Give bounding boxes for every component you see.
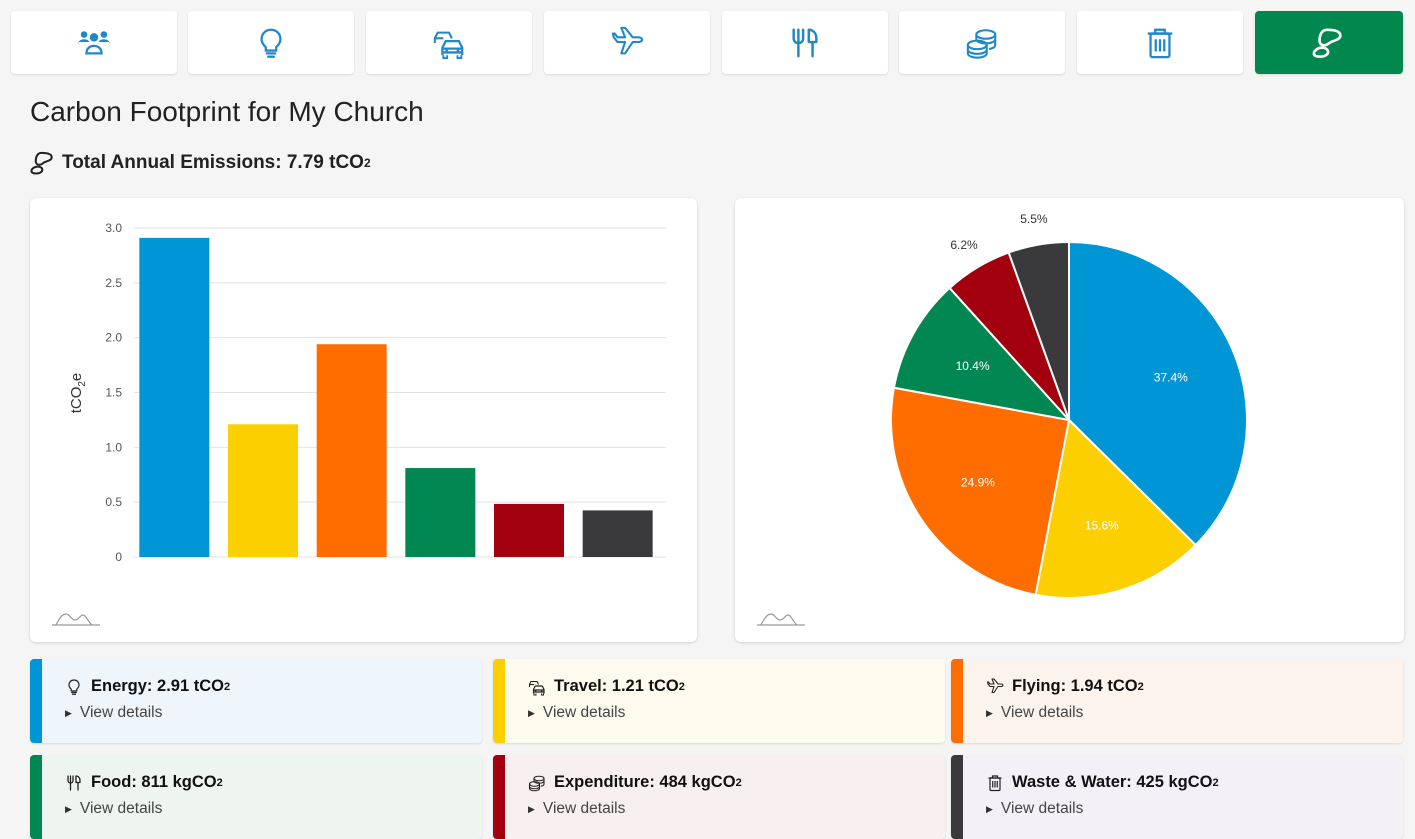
pie-slice-label: 5.5% — [1020, 212, 1048, 226]
view-details-label: View details — [79, 704, 163, 721]
pie-slice-label: 15.6% — [1085, 518, 1119, 532]
category-heading: Flying: 1.94 tCO 2 — [986, 677, 1403, 696]
bar[interactable] — [139, 237, 210, 557]
chart-logo-icon — [755, 606, 807, 628]
people-icon — [77, 26, 111, 60]
pie-slice-label: 6.2% — [950, 238, 978, 252]
lightbulb-icon — [65, 678, 83, 696]
total-emissions-label: Total Annual Emissions: 7.79 tCO — [62, 152, 364, 173]
category-heading: Waste & Water: 425 kgCO 2 — [986, 773, 1403, 792]
lightbulb-icon — [254, 26, 288, 60]
view-details-label: View details — [542, 800, 626, 817]
y-tick-label: 1.5 — [105, 386, 122, 400]
category-card-travel: Travel: 1.21 tCO 2 ▶ View details — [493, 659, 945, 743]
tab-waste[interactable] — [1077, 11, 1243, 74]
category-label: Waste & Water: 425 kgCO — [1012, 773, 1213, 791]
view-details-toggle[interactable]: ▶ View details — [65, 704, 482, 722]
view-details-label: View details — [542, 704, 626, 721]
view-details-toggle[interactable]: ▶ View details — [528, 800, 945, 818]
pie-chart-card: 37.4% 15.6% 24.9% 10.4% 6.2% 5.5% — [735, 198, 1404, 642]
triangle-right-icon: ▶ — [65, 707, 72, 718]
trash-icon — [986, 774, 1004, 792]
category-card-food: Food: 811 kgCO 2 ▶ View details — [30, 755, 482, 839]
pie-slice[interactable] — [890, 386, 1071, 597]
tab-expenditure[interactable] — [899, 11, 1065, 74]
fork-knife-icon — [788, 26, 822, 60]
tab-flying[interactable] — [544, 11, 710, 74]
category-card-flying: Flying: 1.94 tCO 2 ▶ View details — [951, 659, 1403, 743]
category-label: Travel: 1.21 tCO — [554, 677, 679, 695]
pie-chart: 37.4% 15.6% 24.9% 10.4% 6.2% 5.5% — [890, 212, 1248, 599]
triangle-right-icon: ▶ — [528, 707, 535, 718]
tab-energy[interactable] — [188, 11, 354, 74]
category-label: Expenditure: 484 kgCO — [554, 773, 736, 791]
bar-chart: 0 0.5 1.0 1.5 2.0 2.5 3.0 tCO2e — [68, 221, 666, 564]
y-tick-label: 1.0 — [105, 440, 122, 454]
y-tick-label: 0.5 — [105, 495, 122, 509]
view-details-toggle[interactable]: ▶ View details — [986, 800, 1403, 818]
category-card-energy: Energy: 2.91 tCO 2 ▶ View details — [30, 659, 482, 743]
category-card-waste: Waste & Water: 425 kgCO 2 ▶ View details — [951, 755, 1403, 839]
pie-slice-label: 10.4% — [956, 359, 990, 373]
category-label-sub: 2 — [678, 680, 685, 693]
category-heading: Expenditure: 484 kgCO 2 — [528, 773, 945, 792]
category-heading: Travel: 1.21 tCO 2 — [528, 677, 945, 696]
trash-icon — [1143, 26, 1177, 60]
y-tick-label: 3.0 — [105, 221, 122, 235]
category-heading: Energy: 2.91 tCO 2 — [65, 677, 482, 696]
pie-slice-label: 37.4% — [1154, 370, 1188, 384]
view-details-toggle[interactable]: ▶ View details — [65, 800, 482, 818]
bar[interactable] — [582, 510, 653, 557]
y-axis-label: tCO2e — [68, 373, 88, 414]
category-label: Food: 811 kgCO — [91, 773, 217, 791]
category-label: Flying: 1.94 tCO — [1012, 677, 1138, 695]
triangle-right-icon: ▶ — [986, 707, 993, 718]
cars-icon — [432, 26, 466, 60]
coins-icon — [965, 26, 999, 60]
bar-chart-card: 0 0.5 1.0 1.5 2.0 2.5 3.0 tCO2e — [30, 198, 697, 642]
triangle-right-icon: ▶ — [528, 803, 535, 814]
category-tab-bar — [11, 11, 1403, 74]
category-label-sub: 2 — [216, 776, 223, 789]
tab-people[interactable] — [11, 11, 177, 74]
fork-knife-icon — [65, 774, 83, 792]
view-details-toggle[interactable]: ▶ View details — [986, 704, 1403, 722]
category-label-sub: 2 — [735, 776, 742, 789]
pie-slice-label: 24.9% — [961, 475, 995, 489]
tab-travel[interactable] — [366, 11, 532, 74]
page-title: Carbon Footprint for My Church — [30, 96, 424, 127]
category-card-expenditure: Expenditure: 484 kgCO 2 ▶ View details — [493, 755, 945, 839]
total-emissions: Total Annual Emissions: 7.79 tCO 2 — [30, 150, 371, 176]
tab-summary[interactable] — [1255, 11, 1403, 74]
category-label-sub: 2 — [223, 680, 231, 693]
bar[interactable] — [316, 344, 387, 557]
bar[interactable] — [228, 424, 298, 557]
triangle-right-icon: ▶ — [65, 803, 72, 814]
coins-icon — [528, 774, 546, 792]
tab-food[interactable] — [722, 11, 888, 74]
view-details-label: View details — [1000, 800, 1084, 817]
category-label: Energy: 2.91 tCO — [91, 677, 224, 695]
triangle-right-icon: ▶ — [986, 803, 993, 814]
airplane-icon — [610, 26, 644, 60]
airplane-icon — [986, 678, 1004, 696]
bar[interactable] — [494, 503, 564, 557]
y-tick-label: 2.5 — [105, 276, 122, 290]
view-details-toggle[interactable]: ▶ View details — [528, 704, 945, 722]
view-details-label: View details — [1000, 704, 1084, 721]
category-heading: Food: 811 kgCO 2 — [65, 773, 482, 792]
bar[interactable] — [405, 468, 476, 557]
category-label-sub: 2 — [1212, 776, 1219, 789]
category-label-sub: 2 — [1137, 680, 1144, 693]
footprint-icon — [30, 150, 56, 176]
total-emissions-sub: 2 — [363, 156, 371, 170]
chart-logo-icon — [50, 606, 102, 628]
y-tick-label: 2.0 — [105, 331, 122, 345]
cars-icon — [528, 678, 546, 696]
footprint-icon — [1312, 26, 1346, 60]
view-details-label: View details — [79, 800, 163, 817]
y-tick-label: 0 — [115, 550, 122, 564]
